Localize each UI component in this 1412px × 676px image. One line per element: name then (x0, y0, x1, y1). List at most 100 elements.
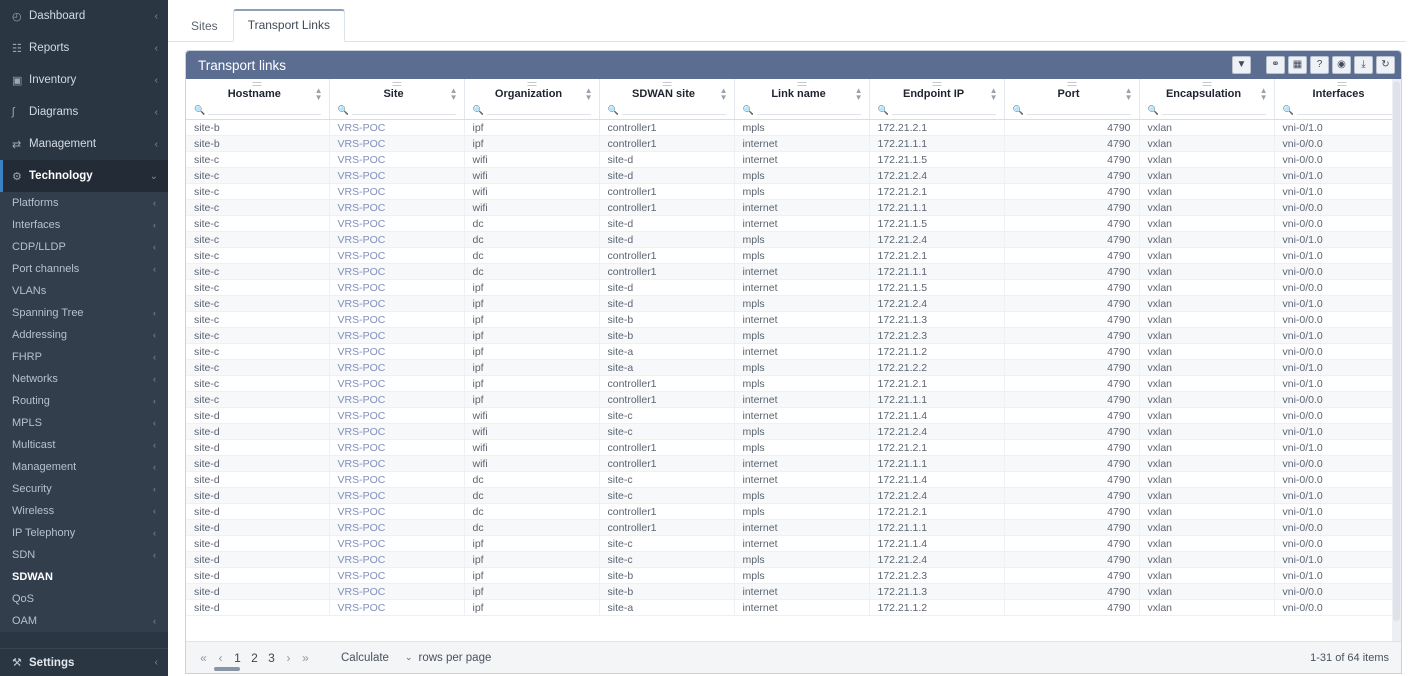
table-row[interactable]: site-d VRS-POC dc site-c mpls 172.21.2.4 4790 v… (186, 487, 1401, 504)
horizontal-scrollbar-thumb[interactable] (214, 667, 240, 671)
next-page-button[interactable]: › (281, 649, 296, 667)
cell-hostname[interactable]: site-d (186, 439, 330, 456)
sidebar-item-routing[interactable]: Routing ‹ (0, 390, 168, 412)
column-header-link-name[interactable]: Link name ▲ ▼ 🔍 (734, 79, 870, 120)
cell-site[interactable]: VRS-POC (329, 247, 465, 264)
cell-site[interactable]: VRS-POC (329, 215, 465, 232)
column-header-port[interactable]: Port ▲ ▼ 🔍 (1004, 79, 1140, 120)
table-row[interactable]: site-c VRS-POC dc site-d mpls 172.21.2.4 4790 v… (186, 231, 1401, 248)
cell-hostname[interactable]: site-c (186, 215, 330, 232)
table-row[interactable]: site-b VRS-POC ipf controller1 internet 172.2… (186, 135, 1401, 152)
table-row[interactable]: site-c VRS-POC ipf site-d internet 172.21.1.5… (186, 279, 1401, 296)
table-row[interactable]: site-d VRS-POC ipf site-c internet 172.21.1.4… (186, 535, 1401, 552)
vertical-scrollbar[interactable] (1392, 79, 1401, 641)
table-row[interactable]: site-c VRS-POC ipf site-b mpls 172.21.2.3 4790… (186, 327, 1401, 344)
table-row[interactable]: site-c VRS-POC dc controller1 mpls 172.21.2.1… (186, 247, 1401, 264)
table-row[interactable]: site-c VRS-POC wifi site-d internet 172.21.1.… (186, 151, 1401, 168)
cell-hostname[interactable]: site-c (186, 343, 330, 360)
column-filter-input[interactable]: 🔍 (735, 104, 869, 119)
cell-hostname[interactable]: site-c (186, 295, 330, 312)
cell-site[interactable]: VRS-POC (329, 359, 465, 376)
sidebar-item-oam[interactable]: OAM ‹ (0, 610, 168, 632)
table-row[interactable]: site-c VRS-POC wifi site-d mpls 172.21.2.4 479… (186, 167, 1401, 184)
sidebar-item-management[interactable]: ⇄ Management ‹ (0, 128, 168, 160)
sidebar-item-technology[interactable]: ⚙ Technology ⌄ (0, 160, 168, 192)
sidebar-item-networks[interactable]: Networks ‹ (0, 368, 168, 390)
cell-site[interactable]: VRS-POC (329, 199, 465, 216)
cell-site[interactable]: VRS-POC (329, 279, 465, 296)
cell-site[interactable]: VRS-POC (329, 151, 465, 168)
cell-hostname[interactable]: site-d (186, 583, 330, 600)
sidebar-item-sdwan[interactable]: SDWAN (0, 566, 168, 588)
cell-hostname[interactable]: site-c (186, 247, 330, 264)
refresh-icon[interactable]: ↻ (1376, 56, 1395, 74)
cell-hostname[interactable]: site-d (186, 599, 330, 616)
sidebar-item-cdp-lldp[interactable]: CDP/LLDP ‹ (0, 236, 168, 258)
sidebar-item-inventory[interactable]: ▣ Inventory ‹ (0, 64, 168, 96)
cell-site[interactable]: VRS-POC (329, 439, 465, 456)
cell-hostname[interactable]: site-c (186, 263, 330, 280)
column-header-interfaces[interactable]: Interfaces▲▼🔍 (1274, 79, 1401, 120)
sidebar-item-platforms[interactable]: Platforms ‹ (0, 192, 168, 214)
cell-site[interactable]: VRS-POC (329, 583, 465, 600)
column-header-organization[interactable]: Organization ▲ ▼ 🔍 (464, 79, 600, 120)
column-header-hostname[interactable]: Hostname ▲ ▼ 🔍 (186, 79, 330, 120)
cell-site[interactable]: VRS-POC (329, 263, 465, 280)
help-icon[interactable]: ? (1310, 56, 1329, 74)
sort-toggle-icon[interactable]: ▲▼ (855, 87, 863, 102)
column-header-site[interactable]: Site ▲ ▼ 🔍 (329, 79, 465, 120)
cell-hostname[interactable]: site-d (186, 487, 330, 504)
sidebar-item-fhrp[interactable]: FHRP ‹ (0, 346, 168, 368)
column-resize-grip[interactable] (1004, 79, 1139, 87)
table-row[interactable]: site-d VRS-POC wifi controller1 internet 172.… (186, 455, 1401, 472)
prev-page-button[interactable]: ‹ (213, 649, 228, 667)
cell-site[interactable]: VRS-POC (329, 423, 465, 440)
column-resize-grip[interactable] (329, 79, 464, 87)
sidebar-item-vlans[interactable]: VLANs (0, 280, 168, 302)
table-row[interactable]: site-c VRS-POC ipf controller1 internet 172.2… (186, 391, 1401, 408)
vertical-scrollbar-thumb[interactable] (1393, 81, 1400, 621)
sidebar-item-addressing[interactable]: Addressing ‹ (0, 324, 168, 346)
cell-hostname[interactable]: site-d (186, 535, 330, 552)
sort-toggle-icon[interactable]: ▲▼ (450, 87, 458, 102)
cell-site[interactable]: VRS-POC (329, 487, 465, 504)
color-legend-icon[interactable]: ▦ (1288, 56, 1307, 74)
first-page-button[interactable]: « (196, 649, 211, 667)
cell-hostname[interactable]: site-d (186, 407, 330, 424)
cell-site[interactable]: VRS-POC (329, 295, 465, 312)
table-row[interactable]: site-c VRS-POC ipf site-a mpls 172.21.2.2 4790… (186, 359, 1401, 376)
column-resize-grip[interactable] (869, 79, 1004, 87)
column-filter-input[interactable]: 🔍 (870, 104, 1004, 119)
cell-site[interactable]: VRS-POC (329, 503, 465, 520)
column-resize-grip[interactable] (734, 79, 869, 87)
table-row[interactable]: site-c VRS-POC ipf controller1 mpls 172.21.2.… (186, 375, 1401, 392)
cell-hostname[interactable]: site-c (186, 183, 330, 200)
sidebar-item-reports[interactable]: ☷ Reports ‹ (0, 32, 168, 64)
table-row[interactable]: site-d VRS-POC dc controller1 mpls 172.21.2.1… (186, 503, 1401, 520)
sidebar-item-qos[interactable]: QoS (0, 588, 168, 610)
cell-hostname[interactable]: site-c (186, 199, 330, 216)
table-scroll-region[interactable]: Hostname ▲ ▼ 🔍 Site ▲ ▼ 🔍 Organization ▲ ▼ 🔍 SDWAN s… (186, 79, 1401, 641)
cell-hostname[interactable]: site-c (186, 311, 330, 328)
tab-sites[interactable]: Sites (176, 11, 233, 42)
tab-transport-links[interactable]: Transport Links (232, 9, 345, 42)
cell-site[interactable]: VRS-POC (329, 119, 465, 136)
cell-site[interactable]: VRS-POC (329, 231, 465, 248)
table-row[interactable]: site-d VRS-POC wifi site-c mpls 172.21.2.4 479… (186, 423, 1401, 440)
table-row[interactable]: site-c VRS-POC ipf site-d mpls 172.21.2.4 4790… (186, 295, 1401, 312)
cell-site[interactable]: VRS-POC (329, 599, 465, 616)
cell-site[interactable]: VRS-POC (329, 519, 465, 536)
sidebar-item-diagrams[interactable]: ʃ Diagrams ‹ (0, 96, 168, 128)
download-icon[interactable]: ⤓ (1354, 56, 1373, 74)
table-row[interactable]: site-d VRS-POC dc controller1 internet 172.21… (186, 519, 1401, 536)
sidebar-item-multicast[interactable]: Multicast ‹ (0, 434, 168, 456)
cell-hostname[interactable]: site-d (186, 567, 330, 584)
sidebar-item-dashboard[interactable]: ◴ Dashboard ‹ (0, 0, 168, 32)
sort-toggle-icon[interactable]: ▲▼ (585, 87, 593, 102)
column-filter-input[interactable]: 🔍 (600, 104, 734, 119)
cell-hostname[interactable]: site-c (186, 327, 330, 344)
sidebar-item-sdn[interactable]: SDN ‹ (0, 544, 168, 566)
sidebar-item-ip-telephony[interactable]: IP Telephony ‹ (0, 522, 168, 544)
sort-toggle-icon[interactable]: ▲▼ (990, 87, 998, 102)
column-filter-input[interactable]: 🔍 (330, 104, 464, 119)
